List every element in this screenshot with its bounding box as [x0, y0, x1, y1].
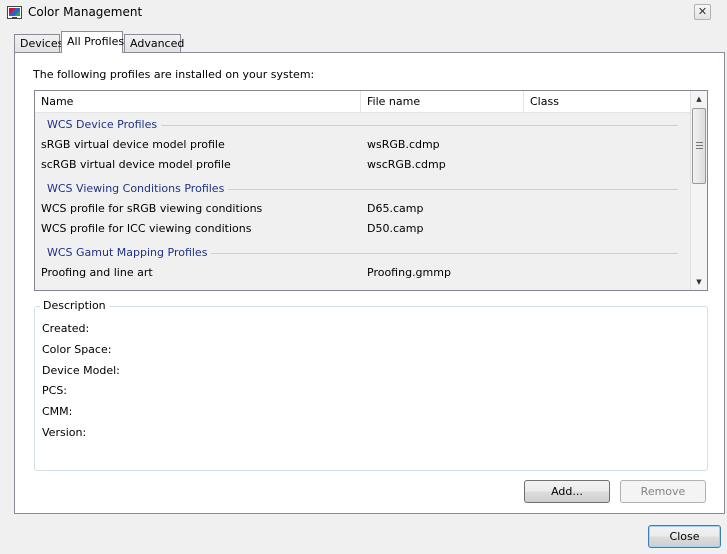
- group-header[interactable]: WCS Viewing Conditions Profiles: [35, 179, 690, 199]
- profile-file: D50.camp: [367, 222, 424, 235]
- group-header[interactable]: WCS Device Profiles: [35, 115, 690, 135]
- profiles-list[interactable]: Name File name Class WCS Device Profiles…: [34, 90, 708, 291]
- created-label: Created:: [42, 322, 90, 335]
- scroll-down-icon[interactable]: ▼: [691, 274, 707, 290]
- all-profiles-panel: The following profiles are installed on …: [14, 52, 725, 514]
- profile-name: WCS profile for ICC viewing conditions: [41, 222, 252, 235]
- scroll-thumb[interactable]: [692, 108, 706, 184]
- profile-name: scRGB virtual device model profile: [41, 158, 231, 171]
- color-management-icon: [7, 6, 22, 19]
- list-header: Name File name Class: [35, 91, 690, 113]
- list-item[interactable]: WCS profile for sRGB viewing conditions …: [35, 199, 690, 219]
- scroll-up-icon[interactable]: ▲: [691, 91, 707, 107]
- pcs-label: PCS:: [42, 384, 68, 397]
- list-scrollbar[interactable]: ▲ ▼: [690, 91, 707, 290]
- intro-text: The following profiles are installed on …: [33, 68, 315, 81]
- remove-button[interactable]: Remove: [620, 480, 706, 503]
- color-space-label: Color Space:: [42, 343, 112, 356]
- list-item[interactable]: scRGB virtual device model profile wscRG…: [35, 155, 690, 175]
- close-icon[interactable]: ✕: [694, 4, 711, 20]
- title-bar: Color Management ✕: [0, 0, 727, 28]
- group-header[interactable]: WCS Gamut Mapping Profiles: [35, 243, 690, 263]
- column-header-name[interactable]: Name: [35, 91, 361, 113]
- tab-advanced[interactable]: Advanced: [124, 34, 184, 52]
- profile-name: WCS profile for sRGB viewing conditions: [41, 202, 263, 215]
- description-group: Description Created: Color Space: Device…: [34, 299, 708, 471]
- profile-name: Proofing and line art: [41, 266, 153, 279]
- group-title: WCS Device Profiles: [47, 118, 162, 131]
- cmm-label: CMM:: [42, 405, 73, 418]
- group-title: WCS Viewing Conditions Profiles: [47, 182, 229, 195]
- column-header-class[interactable]: Class: [524, 91, 690, 113]
- profile-file: wscRGB.cdmp: [367, 158, 446, 171]
- tab-all-profiles[interactable]: All Profiles: [61, 31, 124, 53]
- profile-file: Proofing.gmmp: [367, 266, 451, 279]
- list-item[interactable]: WCS profile for ICC viewing conditions D…: [35, 219, 690, 239]
- device-model-label: Device Model:: [42, 364, 120, 377]
- tab-devices[interactable]: Devices: [14, 34, 63, 52]
- profile-name: sRGB virtual device model profile: [41, 138, 225, 151]
- group-title: WCS Gamut Mapping Profiles: [47, 246, 212, 259]
- profile-file: D65.camp: [367, 202, 424, 215]
- list-item[interactable]: sRGB virtual device model profile wsRGB.…: [35, 135, 690, 155]
- column-header-file-name[interactable]: File name: [361, 91, 524, 113]
- add-button[interactable]: Add...: [524, 480, 610, 503]
- description-legend: Description: [40, 299, 109, 312]
- version-label: Version:: [42, 426, 87, 439]
- window-title: Color Management: [28, 5, 143, 19]
- profile-file: wsRGB.cdmp: [367, 138, 440, 151]
- list-item[interactable]: Proofing and line art Proofing.gmmp: [35, 263, 690, 283]
- close-button[interactable]: Close: [648, 525, 721, 548]
